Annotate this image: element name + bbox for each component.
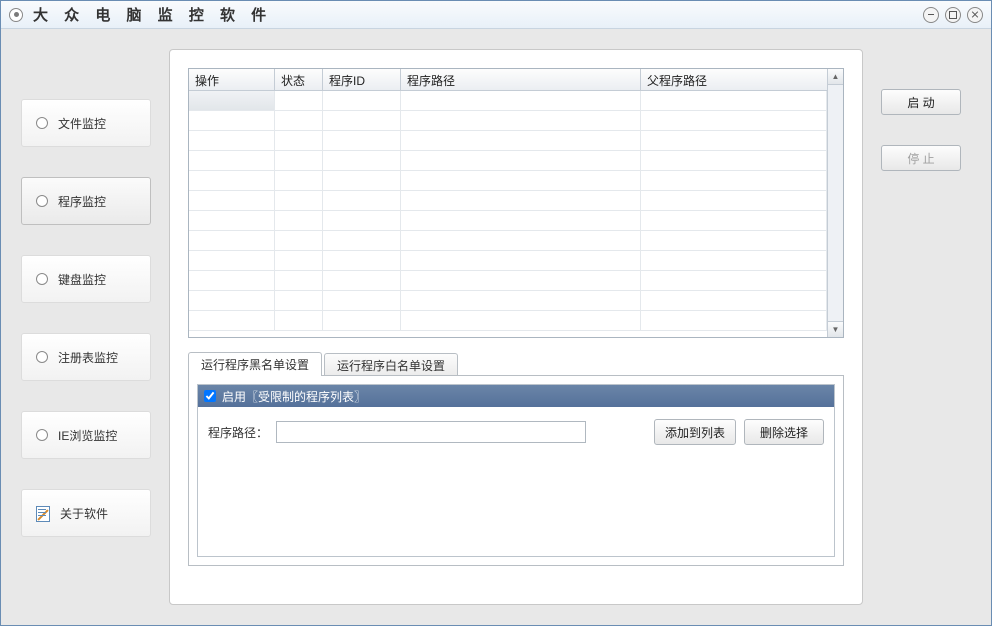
table-row[interactable] <box>189 171 827 191</box>
group-body: 程序路径： 添加到列表 删除选择 <box>198 407 834 457</box>
table-row[interactable] <box>189 191 827 211</box>
radio-icon <box>36 117 48 129</box>
table-row[interactable] <box>189 151 827 171</box>
radio-icon <box>36 351 48 363</box>
tab-content: 启用〖受限制的程序列表〗 程序路径： 添加到列表 删除选择 <box>188 376 844 566</box>
table-row[interactable] <box>189 231 827 251</box>
radio-icon <box>36 195 48 207</box>
col-path[interactable]: 程序路径 <box>401 69 641 90</box>
tab-whitelist[interactable]: 运行程序白名单设置 <box>324 353 458 375</box>
vertical-scrollbar[interactable]: ▲ ▼ <box>827 69 843 337</box>
table-body <box>189 91 827 337</box>
table-row[interactable] <box>189 111 827 131</box>
table-row[interactable] <box>189 91 827 111</box>
col-status[interactable]: 状态 <box>275 69 323 90</box>
col-operation[interactable]: 操作 <box>189 69 275 90</box>
document-pencil-icon <box>36 506 50 520</box>
enable-blacklist-checkbox[interactable] <box>204 390 216 402</box>
main-panel: 操作 状态 程序ID 程序路径 父程序路径 <box>169 49 863 605</box>
app-icon <box>9 8 23 22</box>
program-path-label: 程序路径： <box>208 424 268 441</box>
table-header: 操作 状态 程序ID 程序路径 父程序路径 <box>189 69 843 91</box>
close-button[interactable] <box>967 7 983 23</box>
radio-icon <box>36 273 48 285</box>
sidebar-item-label: 键盘监控 <box>58 271 106 288</box>
start-button[interactable]: 启 动 <box>881 89 961 115</box>
sidebar-item-keyboard-monitor[interactable]: 键盘监控 <box>21 255 151 303</box>
table-row[interactable] <box>189 311 827 331</box>
remove-selected-button[interactable]: 删除选择 <box>744 419 824 445</box>
sidebar-item-file-monitor[interactable]: 文件监控 <box>21 99 151 147</box>
sidebar-item-about[interactable]: 关于软件 <box>21 489 151 537</box>
blacklist-group: 启用〖受限制的程序列表〗 程序路径： 添加到列表 删除选择 <box>197 384 835 557</box>
sidebar-item-program-monitor[interactable]: 程序监控 <box>21 177 151 225</box>
table-row[interactable] <box>189 271 827 291</box>
app-title: 大 众 电 脑 监 控 软 件 <box>33 4 272 25</box>
col-parent-path[interactable]: 父程序路径 <box>641 69 843 90</box>
table-row[interactable] <box>189 211 827 231</box>
stop-button[interactable]: 停 止 <box>881 145 961 171</box>
sidebar-item-ie-monitor[interactable]: IE浏览监控 <box>21 411 151 459</box>
app-window: 大 众 电 脑 监 控 软 件 文件监控 程序监控 键盘监控 注册表监控 <box>0 0 992 626</box>
settings-tabs: 运行程序黑名单设置 运行程序白名单设置 启用〖受限制的程序列表〗 程序路径： <box>188 352 844 566</box>
col-pid[interactable]: 程序ID <box>323 69 401 90</box>
scroll-down-icon[interactable]: ▼ <box>828 321 843 337</box>
maximize-button[interactable] <box>945 7 961 23</box>
table-row[interactable] <box>189 251 827 271</box>
sidebar: 文件监控 程序监控 键盘监控 注册表监控 IE浏览监控 关于软件 <box>21 49 151 605</box>
action-column: 启 动 停 止 <box>881 49 971 605</box>
titlebar: 大 众 电 脑 监 控 软 件 <box>1 1 991 29</box>
sidebar-item-label: 注册表监控 <box>58 349 118 366</box>
sidebar-item-label: 关于软件 <box>60 505 108 522</box>
sidebar-item-label: 程序监控 <box>58 193 106 210</box>
table-row[interactable] <box>189 131 827 151</box>
scroll-up-icon[interactable]: ▲ <box>828 69 843 85</box>
process-table: 操作 状态 程序ID 程序路径 父程序路径 <box>188 68 844 338</box>
tab-strip: 运行程序黑名单设置 运行程序白名单设置 <box>188 352 844 376</box>
group-header: 启用〖受限制的程序列表〗 <box>198 385 834 407</box>
table-row[interactable] <box>189 291 827 311</box>
sidebar-item-registry-monitor[interactable]: 注册表监控 <box>21 333 151 381</box>
tab-blacklist[interactable]: 运行程序黑名单设置 <box>188 352 322 376</box>
add-to-list-button[interactable]: 添加到列表 <box>654 419 736 445</box>
radio-icon <box>36 429 48 441</box>
program-path-input[interactable] <box>276 421 586 443</box>
sidebar-item-label: IE浏览监控 <box>58 427 117 444</box>
enable-blacklist-label: 启用〖受限制的程序列表〗 <box>222 388 366 405</box>
sidebar-item-label: 文件监控 <box>58 115 106 132</box>
minimize-button[interactable] <box>923 7 939 23</box>
client-area: 文件监控 程序监控 键盘监控 注册表监控 IE浏览监控 关于软件 <box>1 29 991 625</box>
